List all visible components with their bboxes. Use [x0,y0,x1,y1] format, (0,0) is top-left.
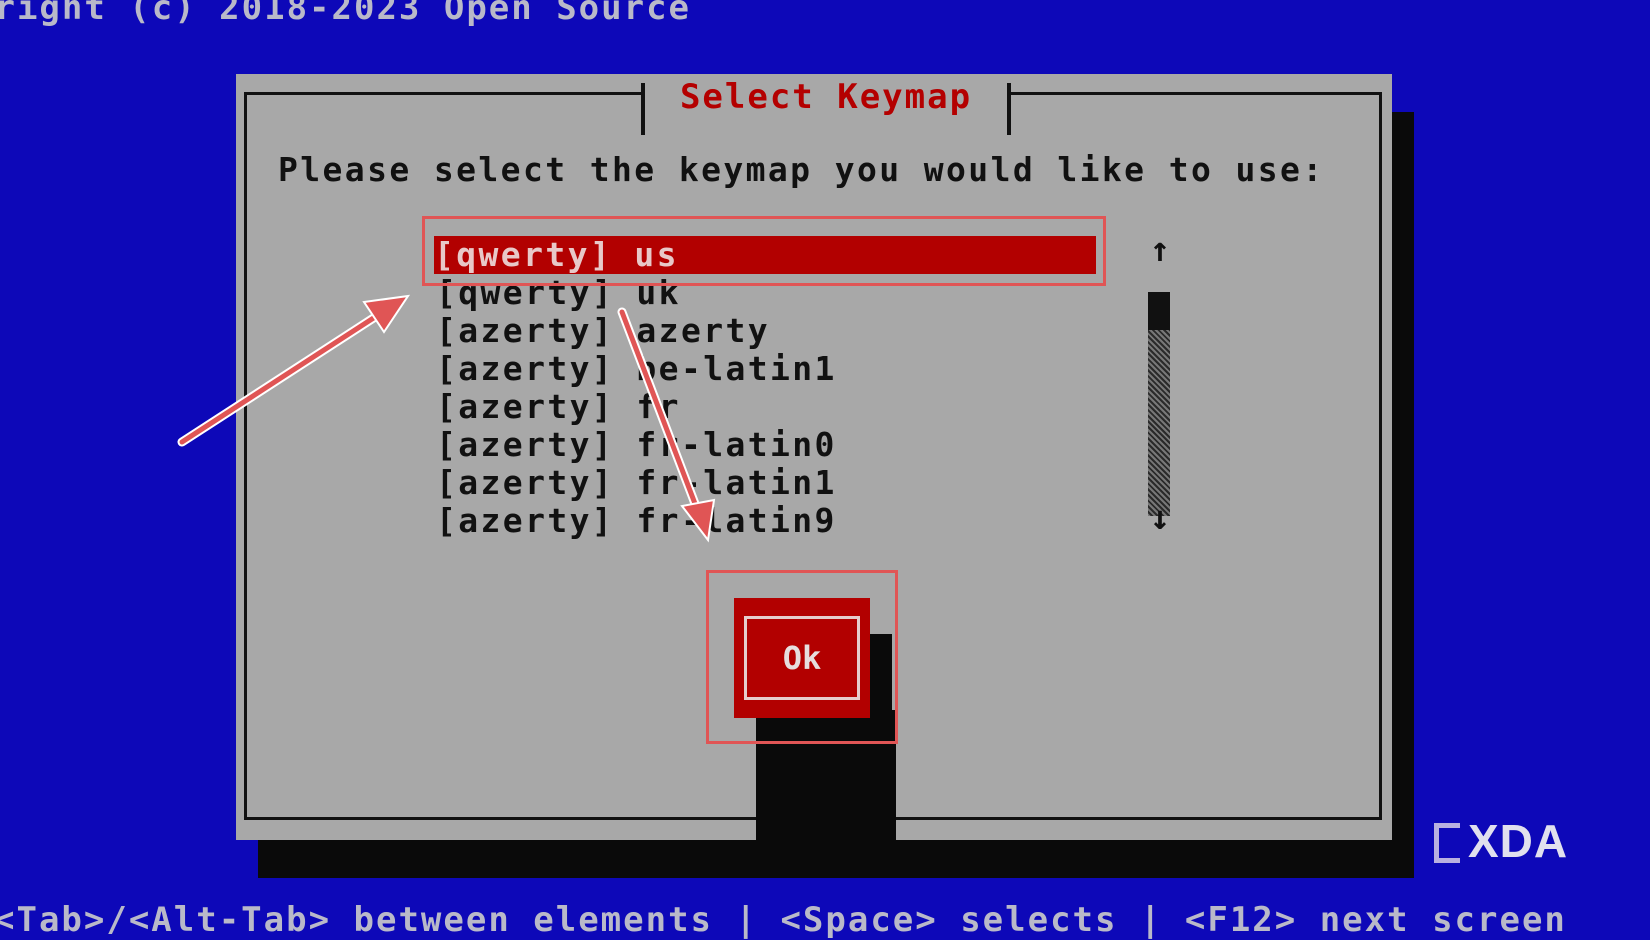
keymap-item[interactable]: [azerty] azerty [436,312,770,350]
xda-watermark-logo: XDA [1434,814,1568,868]
dialog-title-box: Select Keymap [641,77,1011,135]
terminal-top-line: yright (c) 2018-2023 Open Source [0,0,692,28]
keymap-scrollbar[interactable]: ↑ ↓ [1140,230,1180,544]
xda-bracket-icon [1434,823,1460,863]
scroll-thumb[interactable] [1148,292,1170,330]
terminal-bottom-line: <Tab>/<Alt-Tab> between elements | <Spac… [0,900,1567,940]
arrow-down-icon[interactable]: ↓ [1140,498,1180,538]
arrow-up-icon[interactable]: ↑ [1140,230,1180,270]
keymap-item[interactable]: [azerty] fr-latin1 [436,464,837,502]
keymap-item[interactable]: [azerty] fr-latin0 [436,426,837,464]
xda-watermark-text: XDA [1468,815,1569,867]
keymap-item[interactable]: [azerty] be-latin1 [436,350,837,388]
select-keymap-dialog: Select Keymap Please select the keymap y… [236,74,1392,860]
selected-item-highlight-box [422,216,1106,286]
keymap-item[interactable]: [azerty] fr-latin9 [436,502,837,540]
ok-button-highlight-box [706,570,898,744]
keymap-item[interactable]: [azerty] fr [436,388,681,426]
dialog-title: Select Keymap [679,77,973,117]
keymap-prompt: Please select the keymap you would like … [278,150,1325,189]
